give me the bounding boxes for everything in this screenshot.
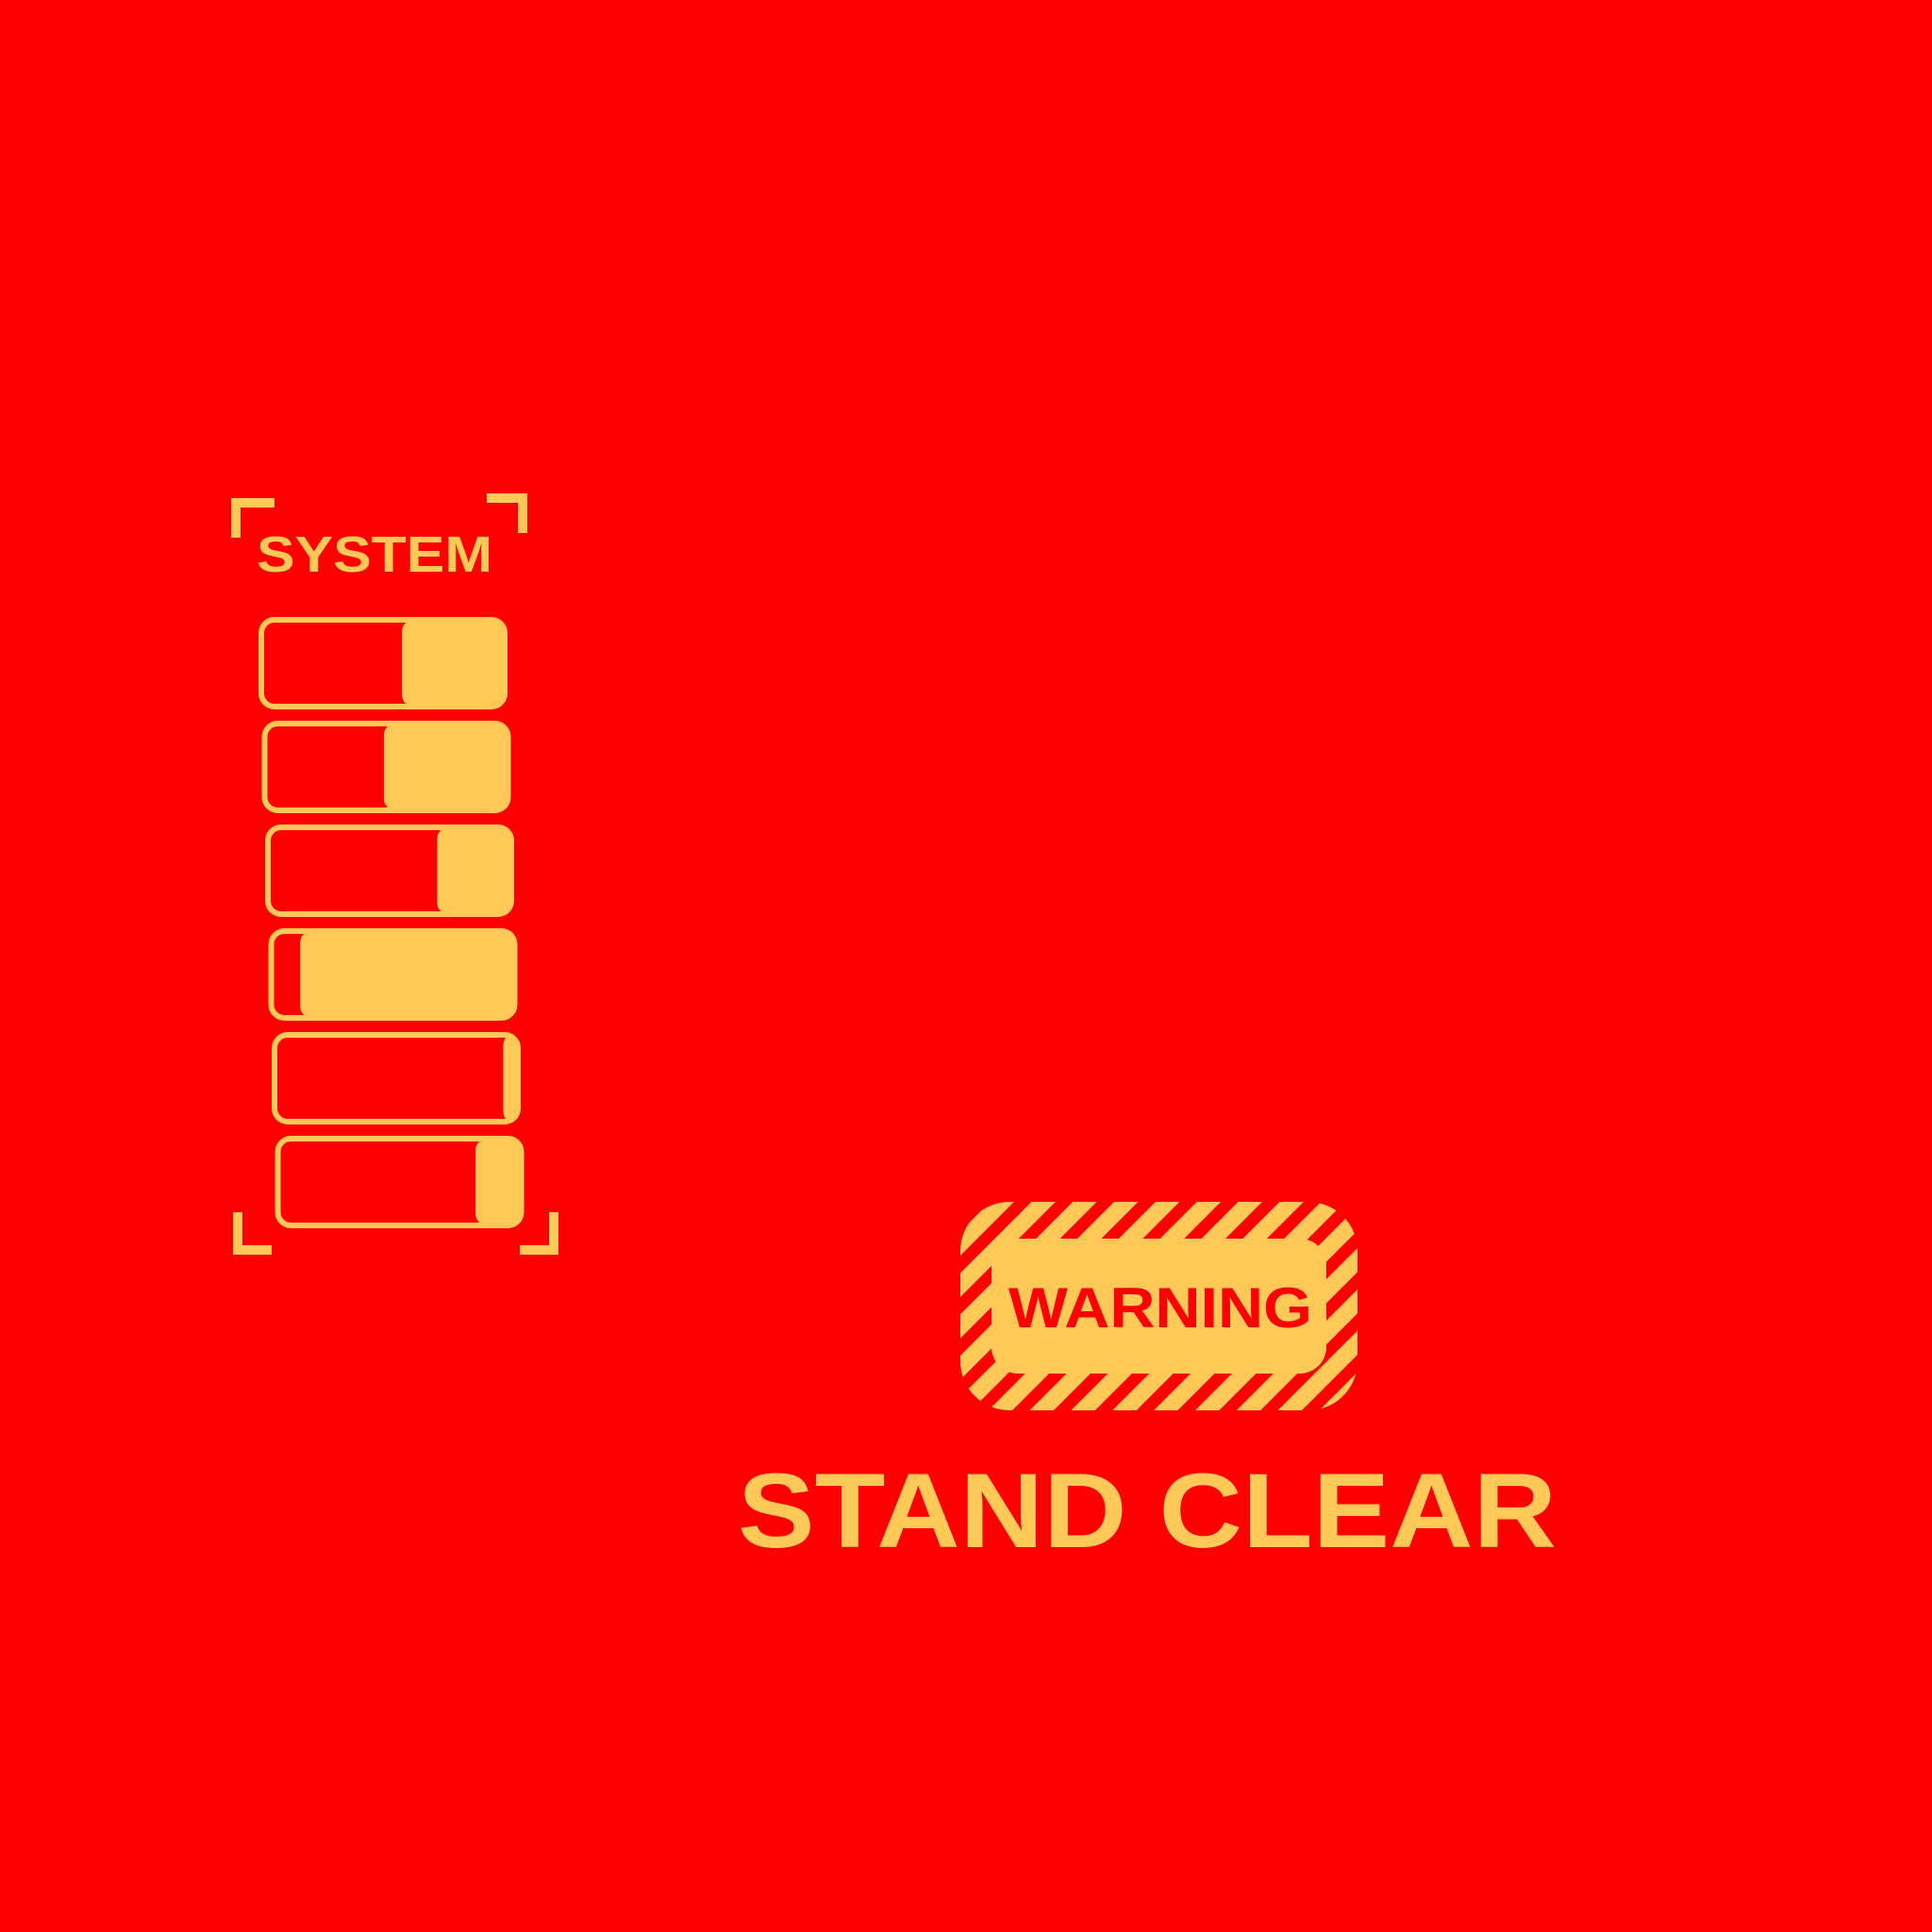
system-bars <box>258 617 525 1228</box>
system-bar <box>268 928 518 1021</box>
frame-corner-top-right-v <box>518 493 527 533</box>
system-bar-fill <box>475 1139 522 1225</box>
system-bar-fill <box>503 1035 518 1122</box>
scene: SYSTEM WARNING STAND CLEAR <box>231 493 1557 1570</box>
system-bar-fill <box>383 724 508 810</box>
frame-corner-top-left-v <box>231 498 241 538</box>
frame-corner-bottom-left-h <box>233 1245 272 1255</box>
frame-corner-bottom-right-h <box>520 1245 558 1255</box>
system-bar <box>261 721 511 813</box>
warning-badge: WARNING <box>960 1202 1357 1410</box>
system-panel: SYSTEM <box>231 493 558 1255</box>
system-bar-fill <box>402 620 505 707</box>
system-bar <box>265 824 514 917</box>
warning-label: WARNING <box>1008 1276 1312 1340</box>
system-bar-fill <box>437 827 511 914</box>
system-bar <box>275 1136 525 1228</box>
system-title: SYSTEM <box>257 526 492 583</box>
system-bar <box>272 1032 521 1124</box>
stand-clear-caption: STAND CLEAR <box>738 1452 1557 1570</box>
system-bar <box>258 617 508 709</box>
system-bar-outline <box>272 1032 521 1124</box>
system-bar-fill <box>300 931 515 1018</box>
